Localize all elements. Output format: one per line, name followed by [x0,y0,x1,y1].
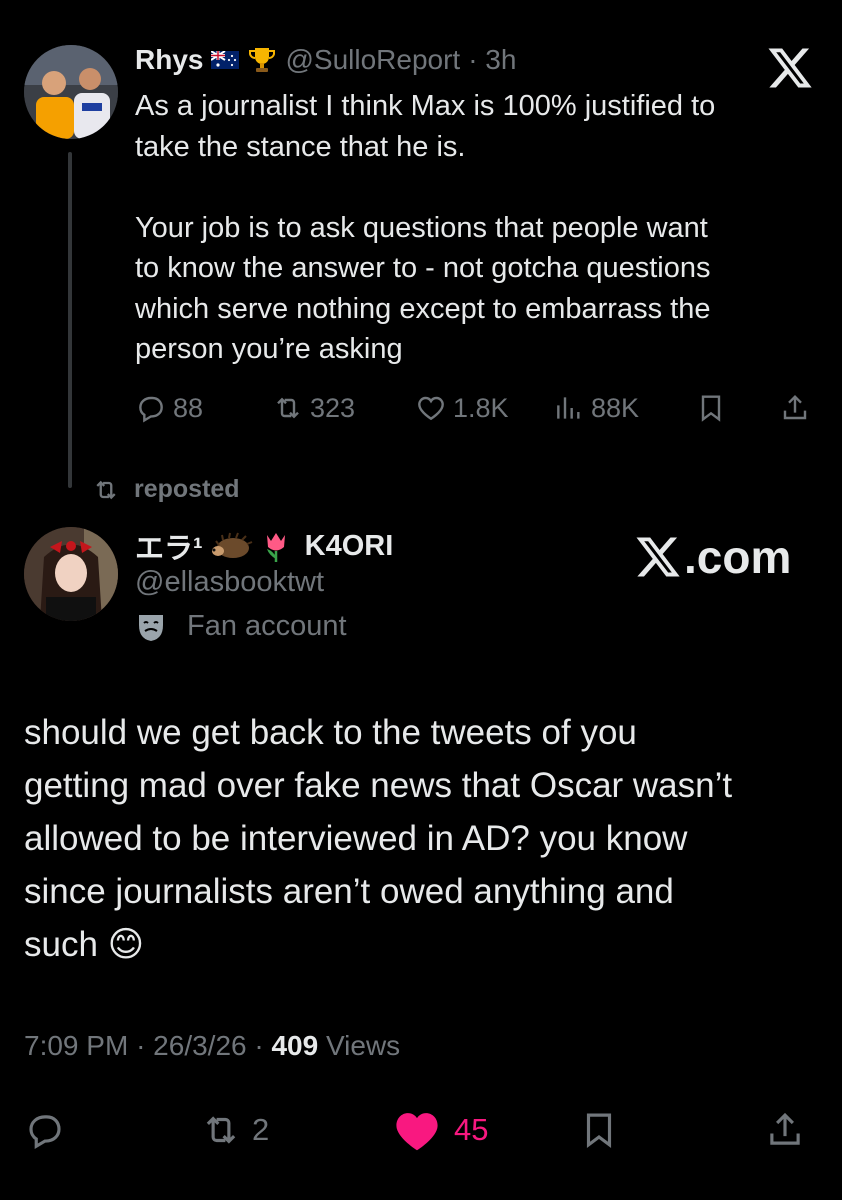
share-icon [783,394,807,420]
repost-icon [96,480,116,499]
quoted-bookmark-button[interactable] [695,392,727,424]
tweet-date[interactable]: 26/3/26 [153,1030,246,1061]
views-icon [557,397,580,419]
repost-count: 2 [252,1112,270,1147]
like-filled-icon [396,1113,438,1151]
tweet-views-label: Views [325,1030,401,1061]
like-button[interactable]: 45 [390,1100,488,1160]
reply-icon [139,396,163,423]
reply-icon [29,1115,61,1150]
quoted-display-name[interactable]: Rhys [135,44,203,76]
quoted-reply-count: 88 [173,392,204,423]
author-name-suffix: K4ORI [304,529,394,562]
account-label[interactable]: Fan account [135,610,347,643]
tweet-meta: 7:09 PM · 26/3/26 · 409 Views [24,1030,401,1061]
quoted-like-count: 1.8K [453,392,509,423]
quoted-action-bar: 88 323 1.8K 88K [135,388,815,428]
australia-flag-icon [211,51,240,69]
tweet-action-bar: 2 45 [24,1100,814,1160]
quoted-repost-count: 323 [310,392,356,423]
trophy-icon [249,48,276,72]
share-icon [770,1112,800,1145]
quoted-handle[interactable]: @SulloReport [285,44,460,76]
author-name-row: エラ¹ K4ORI [135,525,393,567]
x-logo-icon [636,537,680,577]
repost-button[interactable]: 2 [200,1100,269,1160]
tweet-text: should we get back to the tweets of you … [24,713,733,964]
quoted-tweet-text: As a journalist I think Max is 100% just… [135,90,716,365]
quoted-time: · 3h [468,44,517,75]
watermark-text: .com [684,531,792,583]
quoted-like-button[interactable]: 1.8K [415,392,509,424]
author-handle[interactable]: @ellasbooktwt [135,566,324,599]
bookmark-button[interactable] [578,1100,620,1160]
bookmark-icon [586,1113,612,1149]
author-display-name[interactable]: エラ¹ [135,525,203,567]
repost-icon [277,397,299,419]
quoted-share-button[interactable] [779,392,811,424]
tweet-views-count: 409 [271,1030,319,1061]
quoted-reply-button[interactable]: 88 [135,392,203,424]
repost-icon [206,1116,236,1144]
like-icon [418,396,444,421]
bookmark-icon [701,395,721,422]
quoted-views-count: 88K [591,392,640,423]
quoted-avatar[interactable] [24,45,118,139]
quoted-repost-button[interactable]: 323 [272,392,355,424]
reply-button[interactable] [24,1100,66,1160]
watermark: .com [634,530,791,584]
like-count: 45 [454,1112,489,1147]
author-avatar[interactable] [24,527,118,621]
thread-line [68,152,72,488]
tulip-icon [266,533,285,562]
account-label-text: Fan account [187,610,347,642]
quoted-header: Rhys @SulloReport · 3h [135,44,516,76]
tweet-time[interactable]: 7:09 PM [24,1030,128,1061]
quoted-views-button[interactable]: 88K [553,392,639,424]
share-button[interactable] [764,1100,806,1160]
x-logo-icon [768,48,812,88]
repost-banner: reposted [92,475,240,504]
repost-banner-label: reposted [134,475,240,503]
theater-mask-icon [139,614,163,641]
hedgehog-icon [211,532,253,558]
